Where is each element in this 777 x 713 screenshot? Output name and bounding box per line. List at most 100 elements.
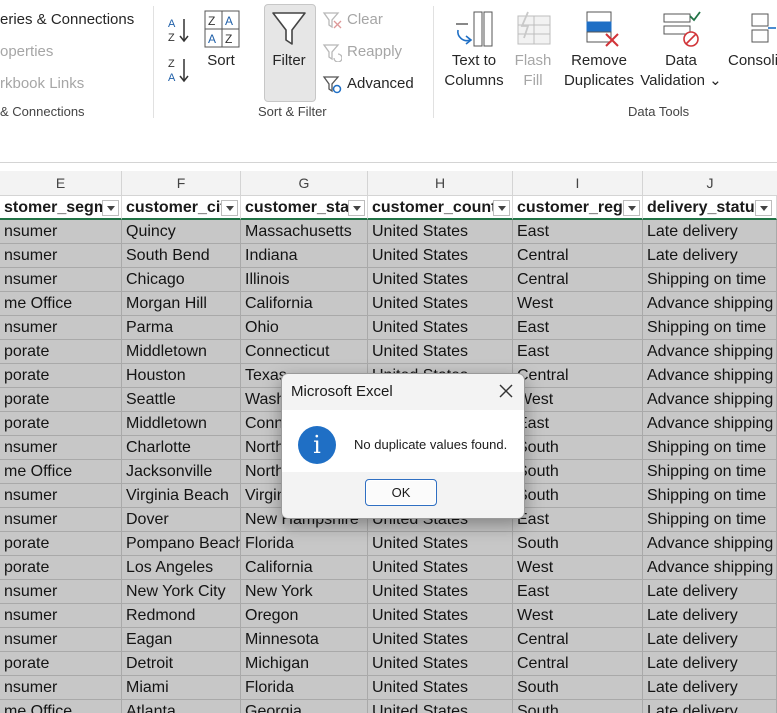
sort-button[interactable]: Sort bbox=[198, 51, 244, 71]
cell-customer-segment[interactable]: nsumer bbox=[0, 580, 122, 604]
cell-customer-country[interactable]: United States bbox=[368, 628, 513, 652]
cell-customer-country[interactable]: United States bbox=[368, 532, 513, 556]
filter-dropdown-icon[interactable] bbox=[221, 200, 238, 216]
cell-delivery-status[interactable]: Advance shipping bbox=[643, 364, 777, 388]
cell-customer-segment[interactable]: nsumer bbox=[0, 244, 122, 268]
properties-button[interactable]: operties bbox=[0, 43, 53, 60]
cell-delivery-status[interactable]: Advance shipping bbox=[643, 412, 777, 436]
workbook-links-button[interactable]: rkbook Links bbox=[0, 75, 84, 92]
cell-customer-segment[interactable]: porate bbox=[0, 340, 122, 364]
formula-bar-area[interactable] bbox=[0, 126, 777, 163]
cell-customer-city[interactable]: Dover bbox=[122, 508, 241, 532]
cell-customer-region[interactable]: Central bbox=[513, 652, 643, 676]
cell-customer-segment[interactable]: porate bbox=[0, 532, 122, 556]
cell-customer-city[interactable]: Middletown bbox=[122, 340, 241, 364]
filter-dropdown-icon[interactable] bbox=[493, 200, 510, 216]
cell-customer-region[interactable]: West bbox=[513, 556, 643, 580]
cell-customer-state[interactable]: California bbox=[241, 556, 368, 580]
column-header-f[interactable]: F bbox=[122, 171, 241, 195]
flash-fill-button[interactable]: Flash Fill bbox=[510, 51, 556, 91]
cell-customer-state[interactable]: California bbox=[241, 292, 368, 316]
cell-delivery-status[interactable]: Late delivery bbox=[643, 628, 777, 652]
cell-customer-city[interactable]: New York City bbox=[122, 580, 241, 604]
cell-delivery-status[interactable]: Late delivery bbox=[643, 220, 777, 244]
cell-customer-city[interactable]: Morgan Hill bbox=[122, 292, 241, 316]
cell-customer-city[interactable]: Miami bbox=[122, 676, 241, 700]
advanced-button[interactable]: Advanced bbox=[347, 75, 414, 92]
cell-customer-region[interactable]: West bbox=[513, 292, 643, 316]
cell-customer-region[interactable]: Central bbox=[513, 244, 643, 268]
column-header-j[interactable]: J bbox=[643, 171, 777, 195]
cell-delivery-status[interactable]: Late delivery bbox=[643, 700, 777, 713]
cell-delivery-status[interactable]: Advance shipping bbox=[643, 292, 777, 316]
data-validation-button[interactable]: Data Validation ⌄ bbox=[638, 51, 724, 91]
column-header-g[interactable]: G bbox=[241, 171, 368, 195]
cell-customer-region[interactable]: Central bbox=[513, 628, 643, 652]
cell-customer-segment[interactable]: nsumer bbox=[0, 676, 122, 700]
cell-delivery-status[interactable]: Advance shipping bbox=[643, 340, 777, 364]
cell-customer-country[interactable]: United States bbox=[368, 700, 513, 713]
cell-customer-state[interactable]: Ohio bbox=[241, 316, 368, 340]
cell-customer-state[interactable]: Massachusetts bbox=[241, 220, 368, 244]
cell-customer-region[interactable]: South bbox=[513, 532, 643, 556]
cell-customer-region[interactable]: South bbox=[513, 436, 643, 460]
cell-customer-segment[interactable]: nsumer bbox=[0, 220, 122, 244]
cell-customer-state[interactable]: New York bbox=[241, 580, 368, 604]
filter-dropdown-icon[interactable] bbox=[623, 200, 640, 216]
cell-delivery-status[interactable]: Late delivery bbox=[643, 580, 777, 604]
cell-customer-country[interactable]: United States bbox=[368, 316, 513, 340]
cell-customer-region[interactable]: East bbox=[513, 340, 643, 364]
cell-customer-region[interactable]: East bbox=[513, 580, 643, 604]
cell-customer-segment[interactable]: porate bbox=[0, 388, 122, 412]
cell-customer-state[interactable]: Illinois bbox=[241, 268, 368, 292]
cell-customer-city[interactable]: Redmond bbox=[122, 604, 241, 628]
cell-delivery-status[interactable]: Late delivery bbox=[643, 676, 777, 700]
cell-customer-state[interactable]: Michigan bbox=[241, 652, 368, 676]
cell-customer-segment[interactable]: nsumer bbox=[0, 436, 122, 460]
cell-customer-region[interactable]: South bbox=[513, 676, 643, 700]
cell-customer-segment[interactable]: porate bbox=[0, 412, 122, 436]
cell-customer-region[interactable]: East bbox=[513, 316, 643, 340]
cell-delivery-status[interactable]: Shipping on time bbox=[643, 460, 777, 484]
cell-delivery-status[interactable]: Shipping on time bbox=[643, 436, 777, 460]
remove-duplicates-button[interactable]: Remove Duplicates bbox=[562, 51, 636, 91]
cell-customer-segment[interactable]: nsumer bbox=[0, 628, 122, 652]
cell-customer-segment[interactable]: nsumer bbox=[0, 484, 122, 508]
cell-customer-region[interactable]: South bbox=[513, 700, 643, 713]
cell-customer-city[interactable]: Eagan bbox=[122, 628, 241, 652]
cell-delivery-status[interactable]: Late delivery bbox=[643, 244, 777, 268]
ok-button[interactable]: OK bbox=[365, 479, 437, 506]
cell-customer-country[interactable]: United States bbox=[368, 604, 513, 628]
cell-customer-region[interactable]: South bbox=[513, 484, 643, 508]
cell-customer-city[interactable]: Atlanta bbox=[122, 700, 241, 713]
cell-customer-state[interactable]: Indiana bbox=[241, 244, 368, 268]
cell-customer-region[interactable]: South bbox=[513, 460, 643, 484]
cell-delivery-status[interactable]: Late delivery bbox=[643, 604, 777, 628]
cell-customer-segment[interactable]: me Office bbox=[0, 460, 122, 484]
cell-delivery-status[interactable]: Advance shipping bbox=[643, 388, 777, 412]
cell-customer-country[interactable]: United States bbox=[368, 340, 513, 364]
cell-customer-country[interactable]: United States bbox=[368, 244, 513, 268]
filter-dropdown-icon[interactable] bbox=[348, 200, 365, 216]
cell-customer-segment[interactable]: porate bbox=[0, 652, 122, 676]
column-header-e[interactable]: E bbox=[0, 171, 122, 195]
cell-customer-region[interactable]: Central bbox=[513, 268, 643, 292]
cell-customer-state[interactable]: Connecticut bbox=[241, 340, 368, 364]
cell-delivery-status[interactable]: Late delivery bbox=[643, 652, 777, 676]
cell-customer-country[interactable]: United States bbox=[368, 220, 513, 244]
cell-customer-city[interactable]: Chicago bbox=[122, 268, 241, 292]
cell-delivery-status[interactable]: Shipping on time bbox=[643, 508, 777, 532]
sort-icon[interactable]: Z A A Z bbox=[204, 10, 240, 48]
column-header-h[interactable]: H bbox=[368, 171, 513, 195]
cell-customer-city[interactable]: Virginia Beach bbox=[122, 484, 241, 508]
cell-customer-country[interactable]: United States bbox=[368, 292, 513, 316]
cell-customer-country[interactable]: United States bbox=[368, 580, 513, 604]
cell-delivery-status[interactable]: Advance shipping bbox=[643, 532, 777, 556]
cell-customer-state[interactable]: Florida bbox=[241, 676, 368, 700]
column-header-i[interactable]: I bbox=[513, 171, 643, 195]
sort-z-to-a-icon[interactable]: Z A bbox=[166, 56, 192, 84]
cell-customer-segment[interactable]: porate bbox=[0, 556, 122, 580]
queries-connections-button[interactable]: eries & Connections bbox=[0, 11, 134, 28]
text-to-columns-button[interactable]: Text to Columns bbox=[442, 51, 506, 91]
cell-customer-city[interactable]: South Bend bbox=[122, 244, 241, 268]
